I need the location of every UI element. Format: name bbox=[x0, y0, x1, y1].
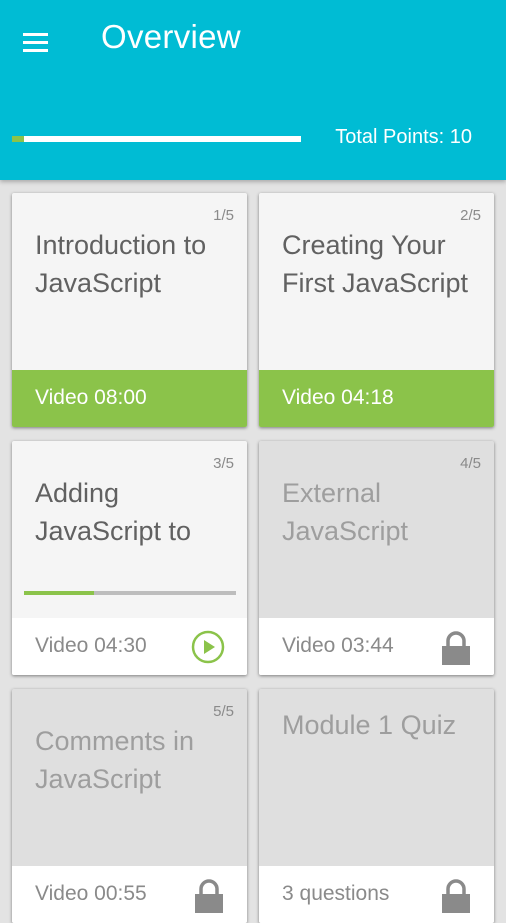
lesson-duration: Video 04:18 bbox=[282, 386, 394, 409]
quiz-footer: 3 questions bbox=[259, 866, 494, 923]
lesson-footer: Video 04:18 bbox=[259, 370, 494, 427]
page-title: Overview bbox=[101, 18, 241, 55]
lesson-number: 5/5 bbox=[213, 703, 234, 720]
quiz-title: Module 1 Quiz bbox=[282, 710, 457, 740]
lesson-number: 3/5 bbox=[213, 455, 234, 472]
lesson-duration: Video 08:00 bbox=[35, 386, 147, 409]
lesson-card-5[interactable]: 5/5 Comments in JavaScript Video 00:55 bbox=[12, 689, 247, 923]
total-points: Total Points: 10 bbox=[335, 126, 472, 148]
lesson-number: 1/5 bbox=[213, 207, 234, 224]
menu-line bbox=[22, 48, 48, 52]
lesson-duration: Video 00:55 bbox=[35, 882, 147, 905]
lesson-number: 4/5 bbox=[460, 455, 481, 472]
lesson-footer: Video 08:00 bbox=[12, 370, 247, 427]
app-bar: Overview Total Points: 10 bbox=[0, 0, 506, 180]
lesson-title: Comments in JavaScript bbox=[35, 726, 195, 794]
lesson-card-2[interactable]: 2/5 Creating Your First JavaScript Video… bbox=[259, 193, 494, 427]
lesson-title: Adding JavaScript to bbox=[35, 478, 192, 546]
quiz-question-count: 3 questions bbox=[282, 882, 390, 905]
quiz-card[interactable]: Module 1 Quiz 3 questions bbox=[259, 689, 494, 923]
lesson-card-4[interactable]: 4/5 External JavaScript Video 03:44 bbox=[259, 441, 494, 675]
lesson-title: Creating Your First JavaScript bbox=[282, 230, 469, 298]
module-progress-bar bbox=[12, 136, 301, 142]
lesson-progress-fill bbox=[24, 591, 94, 595]
lesson-footer: Video 00:55 bbox=[12, 866, 247, 923]
module-progress-fill bbox=[12, 136, 24, 142]
lesson-footer: Video 04:30 bbox=[12, 618, 247, 675]
lesson-card-3[interactable]: 3/5 Adding JavaScript to Video 04:30 bbox=[12, 441, 247, 675]
lesson-progress-bar bbox=[24, 591, 236, 595]
lesson-footer: Video 03:44 bbox=[259, 618, 494, 675]
menu-line bbox=[22, 32, 48, 36]
lesson-title: Introduction to JavaScript bbox=[35, 230, 207, 298]
lesson-number: 2/5 bbox=[460, 207, 481, 224]
lock-icon bbox=[440, 878, 472, 919]
lock-icon bbox=[440, 630, 472, 671]
lesson-card-1[interactable]: 1/5 Introduction to JavaScript Video 08:… bbox=[12, 193, 247, 427]
lesson-grid: 1/5 Introduction to JavaScript Video 08:… bbox=[0, 180, 506, 923]
play-circle-icon[interactable] bbox=[191, 630, 225, 669]
lesson-duration: Video 03:44 bbox=[282, 634, 394, 657]
lock-icon bbox=[193, 878, 225, 919]
menu-icon[interactable] bbox=[14, 22, 56, 62]
lesson-title: External JavaScript bbox=[282, 478, 409, 546]
lesson-duration: Video 04:30 bbox=[35, 634, 147, 657]
menu-line bbox=[22, 40, 48, 44]
